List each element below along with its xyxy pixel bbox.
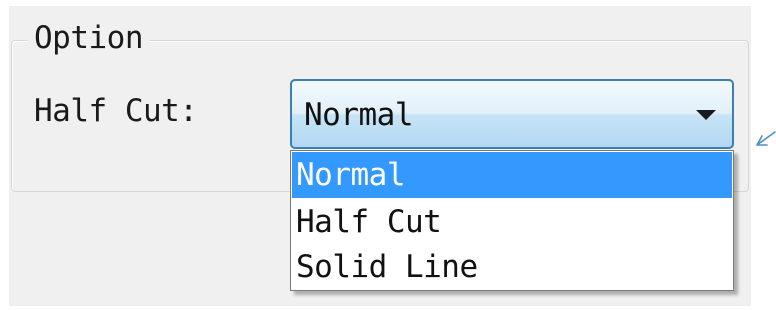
group-title: Option xyxy=(28,18,149,58)
combobox-value: Normal xyxy=(304,97,413,133)
screenshot-stage: Option Half Cut: Normal Normal Half Cut … xyxy=(0,0,776,310)
option-half-cut[interactable]: Half Cut xyxy=(292,199,732,245)
option-normal[interactable]: Normal xyxy=(292,152,732,198)
half-cut-combobox[interactable]: Normal xyxy=(290,79,734,149)
half-cut-dropdown-list: Normal Half Cut Solid Line xyxy=(290,150,734,291)
half-cut-label: Half Cut: xyxy=(34,93,198,129)
annotation-arrow-icon xyxy=(756,131,776,146)
option-solid-line[interactable]: Solid Line xyxy=(292,244,732,290)
chevron-down-icon[interactable] xyxy=(696,110,716,120)
